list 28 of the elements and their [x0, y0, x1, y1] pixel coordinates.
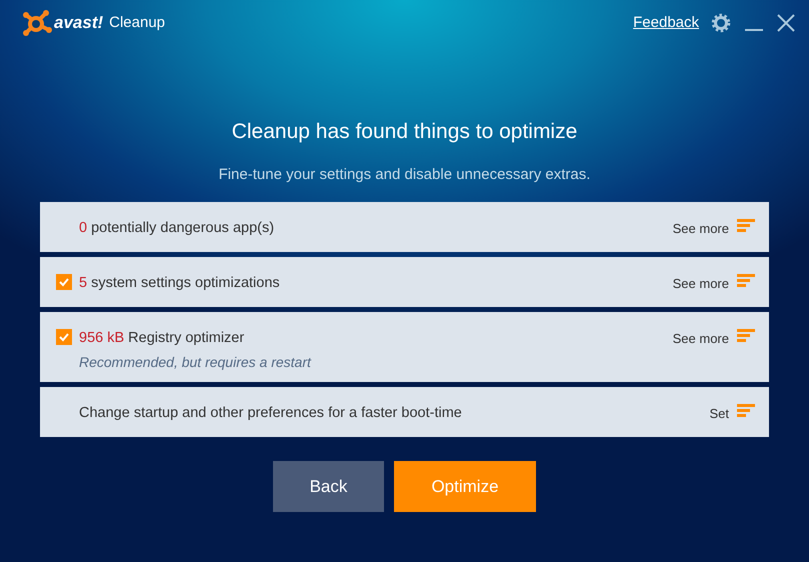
checkbox[interactable] [56, 329, 72, 345]
row-label: system settings optimizations [91, 274, 280, 293]
see-more-link[interactable]: See more [672, 219, 729, 238]
minimize-icon[interactable] [745, 28, 763, 32]
app-title: Cleanup [109, 12, 166, 33]
menu-icon[interactable] [737, 404, 755, 418]
count: 0 [79, 219, 88, 238]
back-button[interactable]: Back [273, 461, 384, 512]
menu-icon[interactable] [737, 274, 755, 288]
close-icon[interactable] [777, 14, 795, 32]
see-more-link[interactable]: See more [672, 274, 729, 294]
row-label: potentially dangerous app(s) [91, 219, 274, 238]
logo-icon [22, 10, 52, 36]
menu-icon[interactable] [737, 219, 755, 233]
checkbox[interactable] [56, 274, 72, 290]
see-more-link[interactable]: See more [672, 329, 729, 348]
feedback-link[interactable]: Feedback [633, 12, 699, 34]
row-label: Registry optimizer [128, 329, 244, 348]
menu-icon[interactable] [737, 329, 755, 343]
subheading: Fine-tune your settings and disable unnecessary extras. [218, 164, 592, 184]
count: 5 [79, 274, 88, 293]
settings-icon[interactable] [711, 13, 731, 33]
see-more-link[interactable]: Set [709, 404, 729, 424]
count: 956 kB [79, 329, 124, 348]
brand-name: avast! [54, 12, 104, 34]
heading: Cleanup has found things to optimize [230, 119, 578, 145]
row-label: Change startup and other preferences for a faster boot-time [79, 404, 462, 423]
row-note: Recommended, but requires a restart [79, 352, 311, 372]
